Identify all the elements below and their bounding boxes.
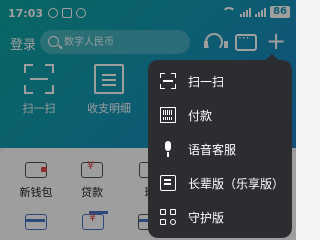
menu-item-label: 长辈版（乐享版）: [188, 176, 285, 191]
menu-item-label: 语音客服: [188, 142, 237, 157]
menu-item-label: 守护版: [188, 210, 225, 225]
menu-item-elder-mode[interactable]: 长辈版（乐享版）: [148, 166, 292, 200]
elder-mode-icon: [160, 175, 176, 191]
scan-icon: [160, 73, 176, 89]
guardian-icon: [160, 209, 176, 225]
menu-item-scan[interactable]: 扫一扫: [148, 64, 292, 98]
popup-menu: 扫一扫 付款 语音客服 长辈版（乐享版） 守护版: [148, 54, 292, 238]
menu-item-pay[interactable]: 付款: [148, 98, 292, 132]
menu-item-guardian[interactable]: 守护版: [148, 200, 292, 234]
menu-item-label: 付款: [188, 108, 213, 123]
menu-item-voice-service[interactable]: 语音客服: [148, 132, 292, 166]
microphone-icon: [160, 141, 176, 157]
app-screen: 17:03 86 登录 + 扫一扫 收支明细 新钱包: [0, 0, 296, 240]
menu-item-label: 扫一扫: [188, 74, 225, 89]
barcode-icon: [160, 107, 176, 123]
